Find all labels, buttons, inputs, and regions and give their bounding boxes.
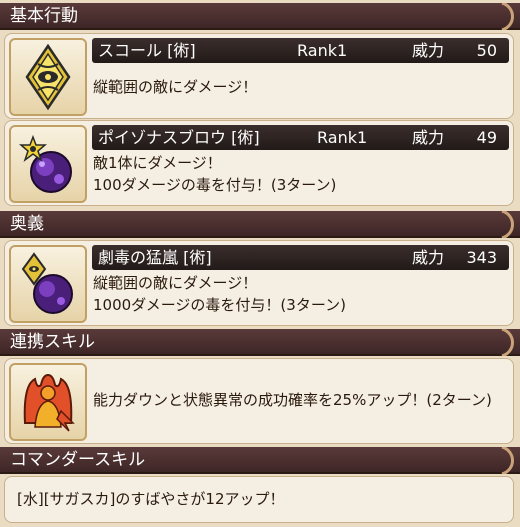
section-header-basic: 基本行動 xyxy=(0,3,520,30)
skill-icon-frame xyxy=(9,245,87,323)
section-header-ougi: 奥義 xyxy=(0,211,520,238)
skill-icon-frame xyxy=(9,125,87,203)
power-label: 威力 xyxy=(412,248,445,267)
section-title-renkei: 連携スキル xyxy=(10,332,95,352)
section-header-commander: コマンダースキル xyxy=(0,447,520,474)
section-title-basic: 基本行動 xyxy=(10,6,78,26)
power-value: 49 xyxy=(476,128,497,147)
description-line: [水][サガスカ]のすばやさが12アップ！ xyxy=(17,490,285,508)
water-poison-icon xyxy=(21,252,73,314)
skill-description: 縦範囲の敵にダメージ！ 1000ダメージの毒を付与！(3ターン) xyxy=(93,272,346,316)
skill-description: 縦範囲の敵にダメージ！ xyxy=(93,76,257,98)
skill-name: ポイゾナスブロウ [術] xyxy=(98,128,260,147)
commander-skill-card[interactable]: [水][サガスカ]のすばやさが12アップ！ xyxy=(4,476,514,523)
scroll-curl-icon xyxy=(501,3,514,30)
skill-card-poisonous-blow[interactable]: ポイゾナスブロウ [術] Rank1 威力 49 敵1体にダメージ！ 100ダメ… xyxy=(4,120,514,206)
scroll-curl-icon xyxy=(501,211,514,238)
skill-description: 敵1体にダメージ！ 100ダメージの毒を付与！(3ターン) xyxy=(93,152,336,196)
section-header-renkei: 連携スキル xyxy=(0,329,520,356)
skill-card-squall[interactable]: スコール [術] Rank1 威力 50 縦範囲の敵にダメージ！ xyxy=(4,33,514,119)
skill-card-gekidoku[interactable]: 劇毒の猛嵐 [術] 威力 343 縦範囲の敵にダメージ！ 1000ダメージの毒を… xyxy=(4,240,514,326)
skill-title-bar: ポイゾナスブロウ [術] Rank1 威力 49 xyxy=(92,125,509,150)
description-line: 能力ダウンと状態異常の成功確率を25%アップ！(2ターン) xyxy=(93,391,492,409)
skill-icon-frame xyxy=(9,38,87,116)
description-line: 1000ダメージの毒を付与！(3ターン) xyxy=(93,296,346,314)
water-eye-icon xyxy=(25,43,71,111)
description-line: 縦範囲の敵にダメージ！ xyxy=(93,78,258,96)
scroll-curl-icon xyxy=(501,447,514,474)
description-line: 100ダメージの毒を付与！(3ターン) xyxy=(93,176,337,194)
skill-rank: Rank1 xyxy=(297,41,348,60)
power-value: 343 xyxy=(466,248,497,267)
skill-title-bar: スコール [術] Rank1 威力 50 xyxy=(92,38,509,63)
power-label: 威力 xyxy=(412,41,445,60)
skill-description: 能力ダウンと状態異常の成功確率を25%アップ！(2ターン) xyxy=(93,389,492,411)
figure-aura-icon xyxy=(23,373,75,432)
scroll-curl-icon xyxy=(501,329,514,356)
skill-rank: Rank1 xyxy=(317,128,368,147)
power-value: 50 xyxy=(476,41,497,60)
skill-name: 劇毒の猛嵐 [術] xyxy=(98,248,212,267)
skill-name: スコール [術] xyxy=(98,41,196,60)
skill-title-bar: 劇毒の猛嵐 [術] 威力 343 xyxy=(92,245,509,270)
power-label: 威力 xyxy=(412,128,445,147)
skill-icon-frame xyxy=(9,363,87,441)
renkei-skill-card[interactable]: 能力ダウンと状態異常の成功確率を25%アップ！(2ターン) xyxy=(4,358,514,444)
description-line: 縦範囲の敵にダメージ！ xyxy=(93,274,258,292)
poison-orb-icon xyxy=(18,134,72,193)
skill-description: [水][サガスカ]のすばやさが12アップ！ xyxy=(17,488,285,510)
section-title-commander: コマンダースキル xyxy=(10,450,146,470)
section-title-ougi: 奥義 xyxy=(10,214,44,234)
description-line: 敵1体にダメージ！ xyxy=(93,154,222,172)
